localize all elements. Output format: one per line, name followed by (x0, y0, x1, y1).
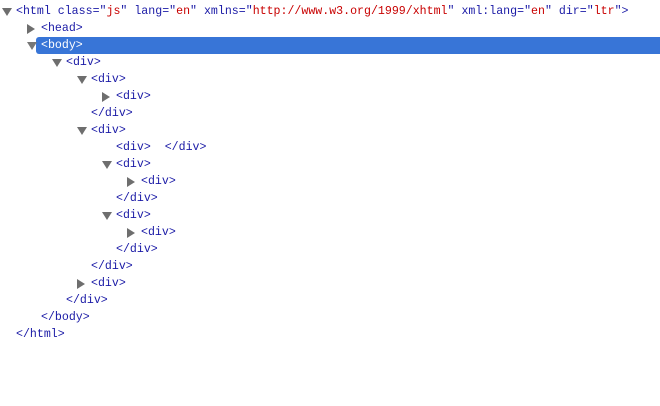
node-markup: <div> (141, 175, 176, 188)
node-markup: </div> (91, 260, 133, 273)
node-markup: <div> (116, 209, 151, 222)
tree-node[interactable]: <div> (0, 54, 660, 71)
disclosure-expanded-icon[interactable] (52, 59, 62, 67)
attribute-equals: =" (517, 5, 532, 18)
node-markup: <div> (116, 158, 151, 171)
tree-node[interactable]: </div> (0, 190, 660, 207)
disclosure-expanded-icon[interactable] (102, 161, 112, 169)
attribute-equals: =" (162, 5, 177, 18)
node-markup: <html class="js" lang="en" xmlns="http:/… (16, 3, 629, 20)
selection-highlight (36, 37, 660, 54)
attribute-name: class (57, 5, 93, 18)
dom-tree: <html class="js" lang="en" xmlns="http:/… (0, 3, 660, 343)
tree-node[interactable]: <html class="js" lang="en" xmlns="http:/… (0, 3, 660, 20)
disclosure-expanded-icon[interactable] (27, 42, 37, 50)
tree-node[interactable]: <div> (0, 173, 660, 190)
disclosure-expanded-icon[interactable] (2, 8, 12, 16)
node-markup: </html> (16, 328, 65, 341)
attribute-value: http://www.w3.org/1999/xhtml (252, 5, 448, 18)
tree-node[interactable]: <head> (0, 20, 660, 37)
attribute-name: xml:lang (461, 5, 518, 18)
attribute-value: js (106, 5, 121, 18)
tree-node[interactable]: </div> (0, 241, 660, 258)
node-markup: <head> (41, 22, 83, 35)
disclosure-collapsed-icon[interactable] (27, 24, 35, 34)
tree-node[interactable]: <div> (0, 156, 660, 173)
tag-open: <html (16, 5, 51, 18)
disclosure-expanded-icon[interactable] (102, 212, 112, 220)
attribute-quote: " (120, 5, 128, 18)
tree-node[interactable]: <div> (0, 71, 660, 88)
node-markup: </div> (66, 294, 108, 307)
attribute-name: xmlns (203, 5, 239, 18)
tree-node[interactable]: <div> (0, 88, 660, 105)
node-markup: </div> (116, 243, 158, 256)
tree-node[interactable]: <div> (0, 224, 660, 241)
tree-node-selected[interactable]: <body> (0, 37, 660, 54)
tag-close: > (621, 5, 629, 18)
attribute-name: dir (558, 5, 580, 18)
tree-node[interactable]: <div> </div> (0, 139, 660, 156)
node-markup: </body> (41, 311, 90, 324)
tree-node[interactable]: </html> (0, 326, 660, 343)
attribute-value: en (176, 5, 191, 18)
attribute-name: lang (134, 5, 163, 18)
node-markup: <div> (66, 56, 101, 69)
attribute-equals: =" (579, 5, 594, 18)
attribute-quote: " (190, 5, 197, 18)
disclosure-expanded-icon[interactable] (77, 76, 87, 84)
node-markup: <div> (91, 277, 126, 290)
node-markup: <div> (91, 124, 126, 137)
node-markup: </div> (91, 107, 133, 120)
node-markup: <div> (91, 73, 126, 86)
disclosure-collapsed-icon[interactable] (77, 279, 85, 289)
node-markup: </div> (116, 192, 158, 205)
tree-node[interactable]: </body> (0, 309, 660, 326)
disclosure-collapsed-icon[interactable] (127, 177, 135, 187)
attribute-equals: =" (238, 5, 253, 18)
node-markup: <div> </div> (116, 141, 207, 154)
disclosure-collapsed-icon[interactable] (127, 228, 135, 238)
tree-node[interactable]: </div> (0, 105, 660, 122)
attribute-quote: " (447, 5, 455, 18)
attribute-quote: " (614, 5, 622, 18)
node-markup: <div> (141, 226, 176, 239)
tree-node[interactable]: <div> (0, 275, 660, 292)
tree-node[interactable]: <div> (0, 122, 660, 139)
attribute-value: en (531, 5, 545, 18)
disclosure-expanded-icon[interactable] (77, 127, 87, 135)
node-markup: <body> (41, 39, 83, 52)
tree-node[interactable]: <div> (0, 207, 660, 224)
attribute-quote: " (544, 5, 552, 18)
attribute-equals: =" (92, 5, 107, 18)
tree-node[interactable]: </div> (0, 292, 660, 309)
tree-node[interactable]: </div> (0, 258, 660, 275)
disclosure-collapsed-icon[interactable] (102, 92, 110, 102)
node-markup: <div> (116, 90, 151, 103)
attribute-value: ltr (593, 5, 615, 18)
